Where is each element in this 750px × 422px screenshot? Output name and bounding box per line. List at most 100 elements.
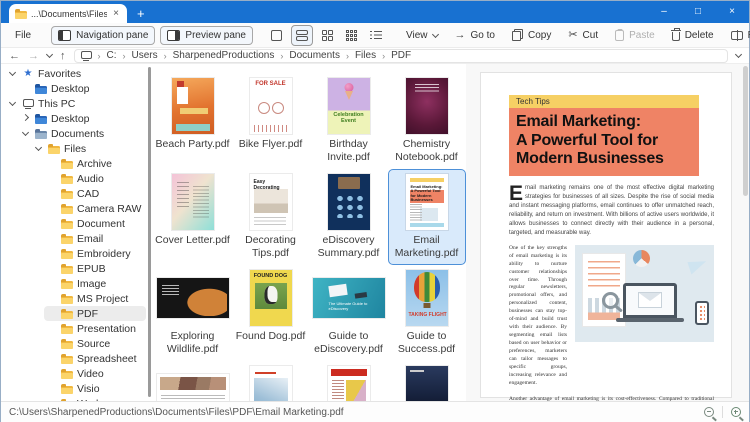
tab-close-icon[interactable]: × (111, 9, 121, 19)
minimize-button[interactable]: – (647, 1, 681, 23)
file-name: Found Dog.pdf (233, 330, 309, 343)
breadcrumb-segment[interactable]: SharpenedProductions (173, 50, 275, 61)
view-details-button[interactable] (291, 25, 313, 46)
folder-icon (60, 159, 74, 169)
sidebar-item-archive[interactable]: Archive (44, 156, 146, 171)
thumbnail-text: Celebration Event (328, 112, 370, 124)
file-tile-found-dog[interactable]: FOUND DOG Found Dog.pdf (232, 265, 310, 361)
file-tile-exploring-wildlife[interactable]: Exploring Wildlife.pdf (154, 265, 232, 361)
sidebar-item-pdf[interactable]: PDF (44, 306, 146, 321)
forward-button[interactable]: → (28, 50, 39, 62)
sidebar-item-email[interactable]: Email (44, 231, 146, 246)
file-tile[interactable] (310, 361, 388, 401)
rename-icon (731, 31, 743, 40)
sidebar-item-spreadsheet[interactable]: Spreadsheet (44, 351, 146, 366)
maximize-button[interactable]: □ (681, 1, 715, 23)
goto-button[interactable]: →Go to (449, 27, 501, 44)
file-tile-email-marketing[interactable]: Email Marketing: A Powerful Tool for Mod… (388, 169, 466, 265)
view-list-button[interactable] (366, 26, 386, 44)
breadcrumb-segment[interactable]: C: (107, 50, 117, 61)
sidebar-item-camera-raw[interactable]: Camera RAW (44, 201, 146, 216)
sidebar-item-label: Work (77, 398, 101, 402)
file-tile-beach-party[interactable]: Beach Party.pdf (154, 73, 232, 169)
sidebar-item-embroidery[interactable]: Embroidery (44, 246, 146, 261)
copy-button[interactable]: Copy (506, 26, 557, 44)
sidebar-item-documents[interactable]: Documents (18, 126, 146, 141)
view-tiles-button[interactable] (267, 26, 286, 45)
file-tile-birthday-invite[interactable]: Celebration EventBirthday Invite.pdf (310, 73, 388, 169)
new-tab-button[interactable]: + (137, 7, 145, 21)
chevron-down-icon[interactable] (20, 132, 31, 135)
breadcrumb-segment[interactable]: Documents (289, 50, 340, 61)
file-tile-decorating-tips[interactable]: Easy DecoratingDecorating Tips.pdf (232, 169, 310, 265)
file-thumbnail: Easy Decorating (233, 173, 309, 231)
breadcrumb-segment[interactable]: PDF (391, 50, 411, 61)
explorer-tab[interactable]: ...\Documents\Files\PDF × (9, 4, 127, 23)
preview-pane-toggle[interactable]: Preview pane (160, 26, 253, 45)
file-name: Cover Letter.pdf (155, 234, 231, 247)
file-tile-guide-to-success[interactable]: TAKING FLIGHTGuide to Success.pdf (388, 265, 466, 361)
paste-button[interactable]: Paste (609, 27, 661, 44)
folder-icon (60, 294, 74, 304)
sidebar-item-audio[interactable]: Audio (44, 171, 146, 186)
sidebar-item-visio[interactable]: Visio (44, 381, 146, 396)
view-medium-icons-button[interactable] (318, 26, 337, 45)
view-dropdown[interactable]: View (400, 27, 444, 44)
sidebar-item-ms-project[interactable]: MS Project (44, 291, 146, 306)
sidebar-item-favorites[interactable]: ★Favorites (5, 66, 146, 81)
back-button[interactable]: ← (9, 50, 20, 62)
breadcrumb[interactable]: ›C:›Users›SharpenedProductions›Documents… (74, 49, 729, 63)
file-tile-ediscovery-summary[interactable]: eDiscovery Summary.pdf (310, 169, 388, 265)
zoom-out-icon[interactable] (704, 407, 714, 417)
breadcrumb-segment[interactable]: Users (132, 50, 158, 61)
decorating-thumbnail-art: Easy Decorating (250, 174, 292, 230)
sidebar-item-image[interactable]: Image (44, 276, 146, 291)
file-thumbnail (389, 77, 465, 135)
file-tile[interactable] (232, 361, 310, 401)
sidebar-item-files[interactable]: Files (31, 141, 146, 156)
chevron-down-icon[interactable] (7, 102, 18, 105)
preview-scrollbar[interactable] (743, 66, 748, 196)
sidebar-item-epub[interactable]: EPUB (44, 261, 146, 276)
scissors-icon: ✂ (568, 30, 577, 41)
navigation-pane-toggle[interactable]: Navigation pane (51, 26, 155, 45)
sidebar-scrollbar[interactable] (148, 67, 151, 397)
recent-locations-chevron-icon[interactable] (46, 51, 53, 58)
sidebar-item-work[interactable]: Work (44, 396, 146, 401)
chevron-down-icon[interactable] (33, 147, 44, 150)
delete-button[interactable]: Delete (666, 26, 720, 44)
sidebar-item-desktop[interactable]: Desktop (18, 81, 146, 96)
chevron-right-icon[interactable] (20, 117, 31, 120)
close-button[interactable]: × (715, 1, 749, 23)
chevron-down-icon[interactable] (7, 72, 18, 75)
file-tile-cover-letter[interactable]: Cover Letter.pdf (154, 169, 232, 265)
sidebar-item-desktop[interactable]: Desktop (18, 111, 146, 126)
file-tile[interactable] (154, 361, 232, 401)
sidebar-item-label: Video (77, 368, 104, 380)
thumbnail-text: FOR SALE (250, 81, 292, 87)
sidebar-item-video[interactable]: Video (44, 366, 146, 381)
sidebar-item-source[interactable]: Source (44, 336, 146, 351)
cut-button[interactable]: ✂Cut (562, 27, 604, 44)
sidebar-item-this-pc[interactable]: This PC (5, 96, 146, 111)
rename-button[interactable]: Rename (725, 27, 750, 44)
file-tile-chemistry-notebook[interactable]: Chemistry Notebook.pdf (388, 73, 466, 169)
up-button[interactable]: ↑ (60, 50, 66, 62)
article-kicker: Tech Tips (509, 95, 699, 108)
sidebar-item-presentation[interactable]: Presentation (44, 321, 146, 336)
zoom-in-icon[interactable] (731, 407, 741, 417)
breadcrumb-segment[interactable]: Files (355, 50, 376, 61)
sidebar-item-document[interactable]: Document (44, 216, 146, 231)
file-thumbnail: FOUND DOG (233, 269, 309, 327)
file-tile-bike-flyer[interactable]: FOR SALEBike Flyer.pdf (232, 73, 310, 169)
view-small-icons-button[interactable] (342, 26, 361, 45)
folder-icon (15, 9, 27, 19)
sidebar-item-cad[interactable]: CAD (44, 186, 146, 201)
file-tile[interactable] (388, 361, 466, 401)
address-dropdown-chevron-icon[interactable] (735, 51, 742, 58)
breadcrumb-separator: › (164, 51, 167, 61)
file-menu-button[interactable]: File (9, 27, 37, 44)
file-tile-guide-to-ediscovery[interactable]: The Ultimate Guide to eDiscoveryGuide to… (310, 265, 388, 361)
details-view-icon (296, 30, 308, 41)
sidebar-item-label: Source (77, 338, 110, 350)
